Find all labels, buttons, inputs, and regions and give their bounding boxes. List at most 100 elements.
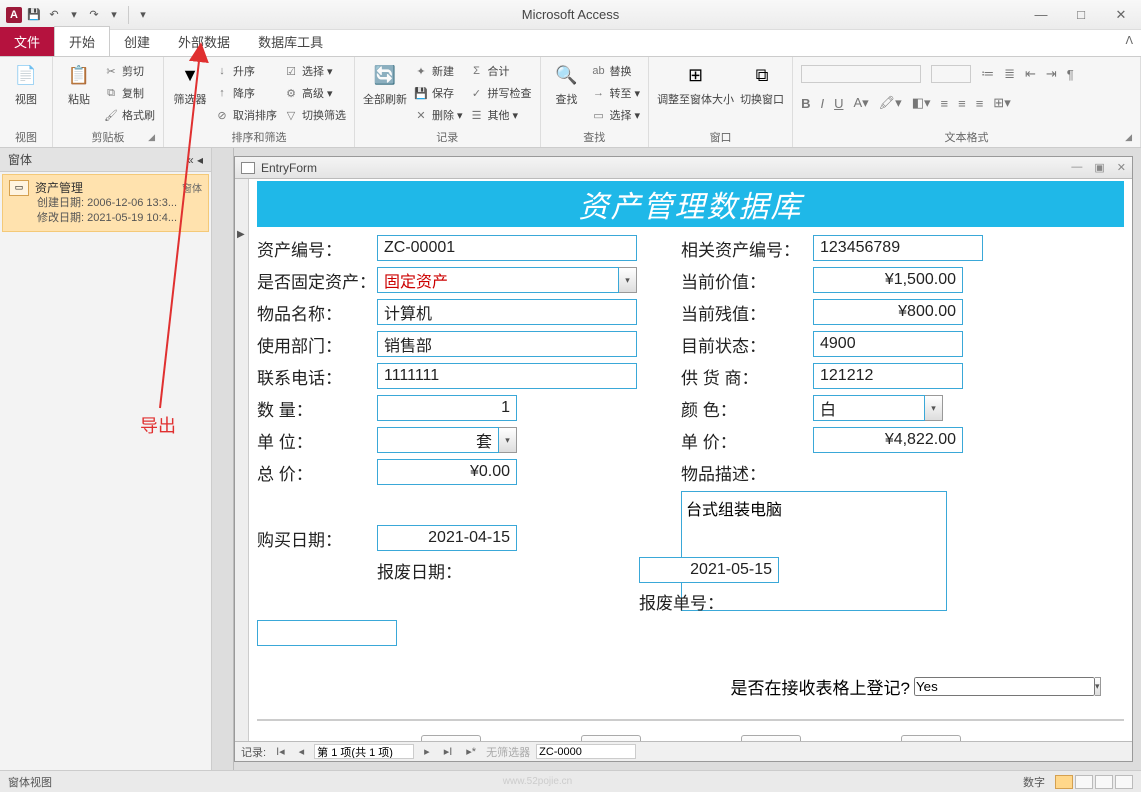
qat-customize-icon[interactable]: ▾ (135, 7, 151, 23)
view-button[interactable]: 📄视图 (8, 61, 44, 107)
paste-button[interactable]: 📋粘贴 (61, 61, 97, 107)
dropdown-icon[interactable]: ▾ (1095, 677, 1101, 696)
record-selector[interactable]: ▶ (235, 179, 249, 741)
tab-home[interactable]: 开始 (54, 26, 110, 56)
field-scrap[interactable] (639, 557, 779, 583)
switch-button[interactable]: ⧉切换窗口 (740, 61, 784, 107)
field-name[interactable] (377, 299, 637, 325)
dialog-launcher-icon[interactable]: ◢ (1125, 132, 1132, 143)
font-color-icon[interactable]: A▾ (853, 95, 868, 111)
prev-record-icon[interactable]: ◂ (295, 745, 309, 758)
refresh-button[interactable]: 🔄全部刷新 (363, 61, 407, 107)
field-status[interactable] (813, 331, 963, 357)
indent-dec-icon[interactable]: ⇤ (1025, 66, 1036, 82)
field-fixed[interactable] (377, 267, 619, 293)
field-curscrap[interactable] (813, 299, 963, 325)
dialog-launcher-icon[interactable]: ◢ (148, 132, 155, 143)
align-left-icon[interactable]: ≡ (941, 96, 949, 111)
cut-button[interactable]: ✂剪切 (103, 61, 155, 81)
dropdown-icon[interactable]: ▾ (106, 7, 122, 23)
sort-asc-button[interactable]: ↓升序 (214, 61, 277, 81)
next-record-icon[interactable]: ▸ (420, 745, 434, 758)
field-dept[interactable] (377, 331, 637, 357)
access-app-icon[interactable]: A (6, 7, 22, 23)
font-combo[interactable] (801, 65, 921, 83)
help-icon[interactable]: ᐱ (1125, 34, 1133, 47)
clear-sort-button[interactable]: ⊘取消排序 (214, 105, 277, 125)
filter-button[interactable]: ▼筛选器 (172, 61, 208, 107)
dropdown-icon[interactable]: ▾ (619, 267, 637, 293)
close-button[interactable]: ✕ (1101, 3, 1141, 27)
form-view-icon[interactable] (1055, 775, 1073, 789)
align-right-icon[interactable]: ≡ (976, 96, 984, 111)
bullets-icon[interactable]: ≔ (981, 66, 994, 82)
italic-icon[interactable]: I (820, 96, 824, 111)
cancel-button[interactable]: ⦸ (901, 735, 961, 741)
design-view-icon[interactable] (1115, 775, 1133, 789)
undo-icon[interactable]: ↶ (46, 7, 62, 23)
field-total[interactable] (377, 459, 517, 485)
select-button[interactable]: ▭选择▾ (591, 105, 641, 125)
numbering-icon[interactable]: ≣ (1004, 66, 1015, 82)
underline-icon[interactable]: U (834, 96, 843, 111)
goto-button[interactable]: →转至▾ (591, 83, 641, 103)
restore-icon[interactable]: ▣ (1094, 161, 1104, 174)
save-button[interactable]: 💾 (741, 735, 801, 741)
chevron-left-icon[interactable]: « ◂ (187, 153, 203, 167)
toggle-filter-button[interactable]: ▽切换筛选 (283, 105, 346, 125)
last-record-icon[interactable]: ▸I (440, 745, 457, 758)
find-button[interactable]: 🔍查找 (549, 61, 585, 107)
new-record-icon[interactable]: ▸* (462, 745, 480, 758)
save-rec-button[interactable]: 💾保存 (413, 83, 463, 103)
more-button[interactable]: ☰其他▾ (469, 105, 532, 125)
format-painter-button[interactable]: 🖌格式刷 (103, 105, 155, 125)
copy-button[interactable]: ⧉复制 (103, 83, 155, 103)
form-titlebar[interactable]: EntryForm — ▣ ✕ (235, 157, 1132, 179)
bold-icon[interactable]: B (801, 96, 810, 111)
selection-button[interactable]: ☑选择▾ (283, 61, 346, 81)
advanced-button[interactable]: ⚙高级▾ (283, 83, 346, 103)
field-scrapno[interactable] (257, 620, 397, 646)
ltr-icon[interactable]: ¶ (1067, 67, 1074, 82)
field-color[interactable] (813, 395, 925, 421)
dropdown-icon[interactable]: ▾ (66, 7, 82, 23)
field-desc[interactable] (681, 491, 947, 611)
field-related[interactable] (813, 235, 983, 261)
delete-button[interactable]: ✕删除▾ (413, 105, 463, 125)
align-center-icon[interactable]: ≡ (958, 96, 966, 111)
dropdown-icon[interactable]: ▾ (925, 395, 943, 421)
paste-button[interactable]: 📋 (421, 735, 481, 741)
gridlines-icon[interactable]: ⊞▾ (993, 95, 1010, 111)
indent-inc-icon[interactable]: ⇥ (1046, 66, 1057, 82)
nav-header[interactable]: 窗体 « ◂ (0, 148, 211, 172)
field-uprice[interactable] (813, 427, 963, 453)
field-register[interactable] (914, 677, 1095, 696)
minimize-button[interactable]: — (1021, 3, 1061, 27)
field-phone[interactable] (377, 363, 637, 389)
field-unit[interactable] (377, 427, 499, 453)
size-combo[interactable] (931, 65, 971, 83)
field-asset-id[interactable] (377, 235, 637, 261)
close-icon[interactable]: ✕ (1117, 161, 1126, 174)
highlight-icon[interactable]: 🖍▾ (879, 95, 902, 111)
field-qty[interactable] (377, 395, 517, 421)
tab-external[interactable]: 外部数据 (164, 27, 244, 56)
new-button[interactable]: ✦新建 (413, 61, 463, 81)
delete-button[interactable]: 🗑 (581, 735, 641, 741)
replace-button[interactable]: ab替换 (591, 61, 641, 81)
tab-dbtools[interactable]: 数据库工具 (244, 27, 337, 56)
field-supplier[interactable] (813, 363, 963, 389)
record-pos[interactable] (314, 744, 414, 759)
sort-desc-button[interactable]: ↑降序 (214, 83, 277, 103)
save-icon[interactable]: 💾 (26, 7, 42, 23)
datasheet-view-icon[interactable] (1075, 775, 1093, 789)
dropdown-icon[interactable]: ▾ (499, 427, 517, 453)
minimize-icon[interactable]: — (1071, 161, 1082, 174)
maximize-button[interactable]: □ (1061, 3, 1101, 27)
totals-button[interactable]: Σ合计 (469, 61, 532, 81)
field-curval[interactable] (813, 267, 963, 293)
fill-icon[interactable]: ◧▾ (912, 95, 931, 111)
search-box[interactable] (536, 744, 636, 759)
tab-file[interactable]: 文件 (0, 27, 54, 56)
field-buy[interactable] (377, 525, 517, 551)
